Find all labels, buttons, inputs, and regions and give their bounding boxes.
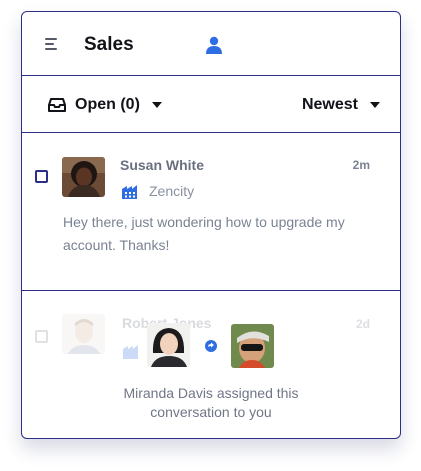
company: Zencity	[122, 183, 194, 199]
assigner-avatar	[147, 323, 190, 367]
inbox-filter-label: Open (0)	[75, 96, 140, 113]
assignment-notice: Miranda Davis assigned this conversation…	[22, 384, 400, 422]
page-title: Sales	[84, 34, 134, 55]
conversation-item[interactable]: Susan White 2m Zencity Hey there, just w…	[22, 133, 400, 291]
inbox-panel: Sales Open (0) Newest Susan White 2m Zen…	[21, 11, 401, 439]
menu-icon[interactable]	[45, 38, 59, 50]
avatar	[62, 314, 105, 354]
preview-line: Hey there, just wondering how to upgrade…	[63, 214, 345, 230]
assignment-line: Miranda Davis assigned this	[123, 385, 299, 401]
message-preview: Hey there, just wondering how to upgrade…	[63, 211, 345, 257]
conversation-checkbox[interactable]	[35, 170, 48, 183]
building-icon	[122, 185, 137, 199]
assignment-line: conversation to you	[150, 404, 272, 420]
filter-bar: Open (0) Newest	[22, 76, 400, 133]
sort-dropdown[interactable]: Newest	[302, 94, 380, 116]
timestamp: 2m	[352, 158, 370, 172]
timestamp: 2d	[355, 317, 370, 331]
sort-label: Newest	[301, 96, 358, 113]
avatar	[62, 157, 105, 197]
chevron-down-icon	[370, 102, 380, 108]
user-icon[interactable]	[204, 36, 224, 54]
company-name: Zencity	[149, 183, 195, 199]
building-icon	[123, 345, 138, 359]
inbox-filter-dropdown[interactable]: Open (0)	[48, 94, 162, 116]
chevron-down-icon	[151, 102, 162, 108]
preview-line: account. Thanks!	[63, 237, 170, 253]
transfer-arrow-icon	[205, 340, 217, 352]
contact-name: Susan White	[120, 157, 205, 173]
header: Sales	[22, 12, 400, 76]
assignee-avatar	[231, 324, 274, 368]
inbox-icon	[48, 98, 66, 112]
conversation-checkbox[interactable]	[35, 330, 48, 343]
